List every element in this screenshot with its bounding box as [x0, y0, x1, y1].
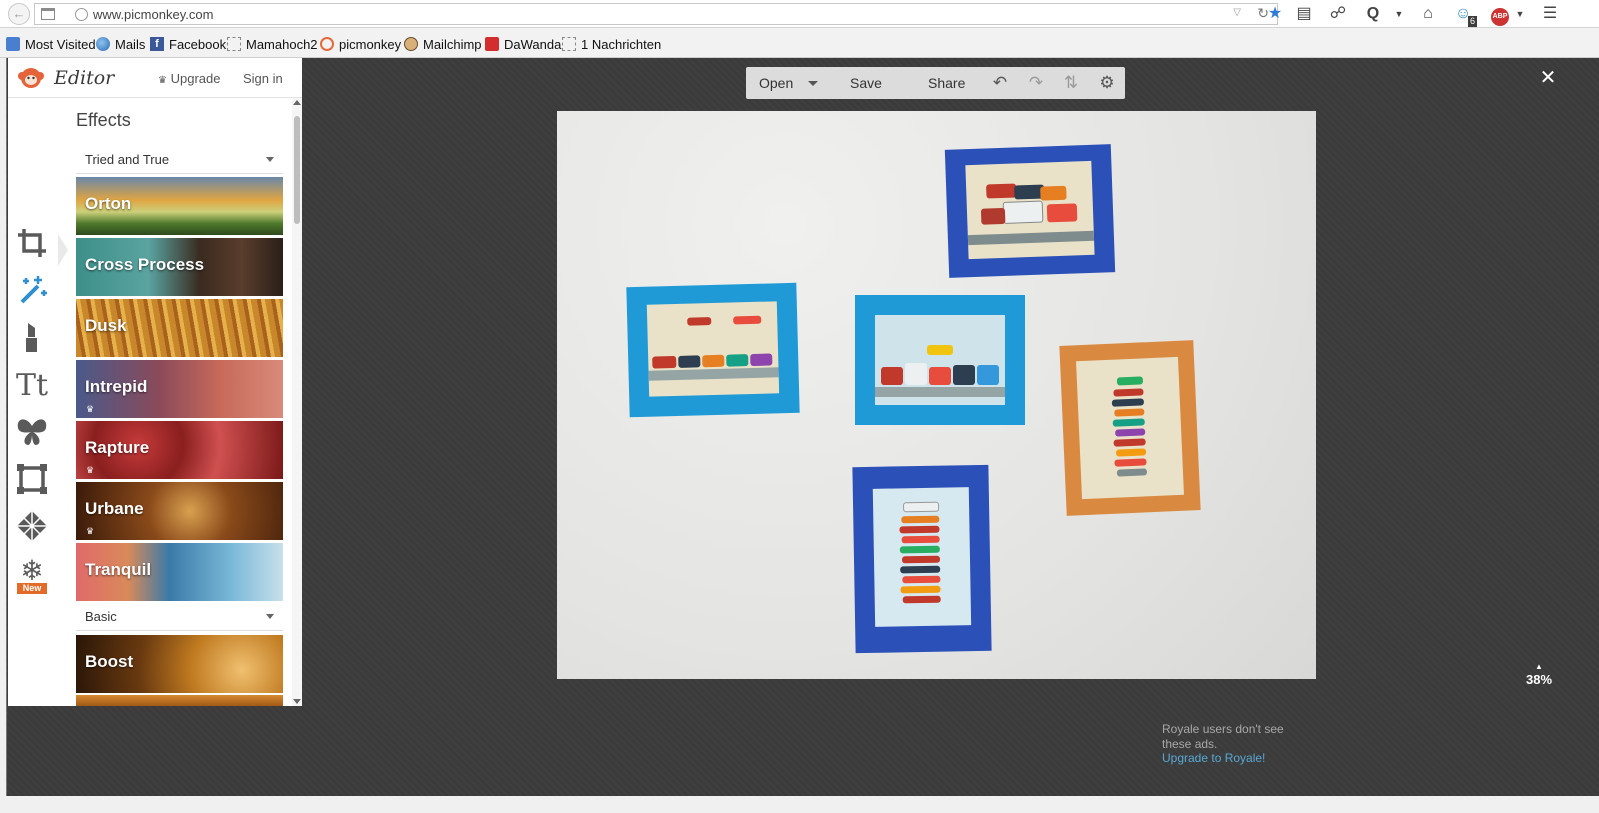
bookmark-nachrichten[interactable]: 1 Nachrichten: [562, 36, 661, 52]
back-icon[interactable]: ←: [8, 3, 30, 25]
reading-list-icon[interactable]: ▤: [1292, 3, 1316, 25]
browser-toolbar: ← www.picmonkey.com ▽ ↻ ★ ▤ ☍ Q ▼ ⌂ ☺ 6 A…: [0, 0, 1599, 28]
settings-gear-icon[interactable]: ⚙: [1095, 71, 1119, 95]
redo-icon[interactable]: ↷: [1024, 71, 1048, 95]
upgrade-link[interactable]: ♛ Upgrade: [158, 71, 220, 86]
bookmark-mailchimp[interactable]: Mailchimp: [404, 36, 482, 52]
effect-orton[interactable]: Orton: [76, 177, 283, 235]
chevron-down-icon: [266, 614, 274, 619]
effect-boost[interactable]: Boost: [76, 635, 283, 693]
sign-in-link[interactable]: Sign in: [243, 71, 283, 86]
photo-frame: [852, 464, 992, 654]
effect-tranquil[interactable]: Tranquil: [76, 543, 283, 601]
frames-icon[interactable]: [14, 461, 50, 497]
effect-dusk[interactable]: Dusk: [76, 299, 283, 357]
chevron-down-icon: [266, 157, 274, 162]
effects-wand-icon[interactable]: [14, 272, 50, 308]
photo-frame: [944, 144, 1116, 278]
tool-rail: Tt ❄ New: [8, 98, 58, 706]
editor-toolbar: Open Save Share ↶ ↷ ⇅ ⚙: [746, 67, 1125, 99]
status-strip: [0, 796, 1599, 813]
new-badge: New: [17, 583, 47, 594]
effect-urbane[interactable]: Urbane ♛: [76, 482, 283, 540]
effect-group-dropdown-tried-and-true[interactable]: Tried and True: [76, 146, 283, 174]
textures-icon[interactable]: [14, 508, 50, 544]
ghostery-icon[interactable]: ☺ 6: [1451, 3, 1477, 27]
open-dropdown-icon[interactable]: [808, 81, 818, 86]
zoom-level: 38%: [1525, 672, 1553, 687]
scroll-up-arrow-icon[interactable]: [293, 100, 301, 105]
touch-up-lipstick-icon[interactable]: [14, 319, 50, 355]
globe-icon: [96, 37, 110, 51]
photo-frame: [1059, 340, 1201, 516]
sidebar-edge: [0, 58, 7, 813]
mailchimp-icon: [404, 37, 418, 51]
bookmark-dawanda[interactable]: DaWanda: [485, 36, 561, 52]
photo-frame: [626, 282, 800, 418]
share-icon[interactable]: ☍: [1326, 3, 1350, 25]
upgrade-royale-link[interactable]: Upgrade to Royale!: [1162, 751, 1282, 766]
effect-cross-process[interactable]: Cross Process: [76, 238, 283, 296]
crown-icon: ♛: [158, 75, 167, 86]
save-button[interactable]: Save: [850, 75, 882, 91]
ghostery-count-badge: 6: [1467, 16, 1477, 27]
share-button[interactable]: Share: [928, 75, 965, 91]
premium-crown-icon: ♛: [86, 465, 95, 475]
scroll-down-arrow-icon[interactable]: [293, 699, 301, 704]
bookmark-mamahoch2[interactable]: Mamahoch2: [227, 36, 318, 52]
photo-frame: [855, 295, 1025, 425]
site-identity-icon[interactable]: [75, 8, 88, 21]
editor-title: Editor: [54, 67, 115, 89]
dawanda-icon: [485, 37, 499, 51]
blank-page-icon: [227, 37, 241, 51]
history-icon[interactable]: ⇅: [1059, 71, 1083, 95]
panel-scrollbar[interactable]: [292, 98, 302, 706]
url-history-dropdown-icon[interactable]: ▽: [1233, 7, 1241, 18]
facebook-icon: f: [150, 37, 164, 51]
overlays-butterfly-icon[interactable]: [14, 414, 50, 450]
close-icon[interactable]: ✕: [1538, 68, 1558, 88]
extension-q-icon[interactable]: Q: [1361, 3, 1385, 25]
open-button[interactable]: Open: [759, 75, 793, 91]
effect-rapture[interactable]: Rapture ♛: [76, 421, 283, 479]
ad-note: Royale users don't see these ads.: [1162, 722, 1284, 751]
url-text[interactable]: www.picmonkey.com: [93, 7, 213, 22]
panel-header: Editor ♛ Upgrade Sign in: [8, 58, 302, 98]
bookmark-picmonkey[interactable]: picmonkey: [320, 36, 401, 52]
bookmark-facebook[interactable]: f Facebook: [150, 36, 226, 52]
home-icon[interactable]: ⌂: [1416, 3, 1440, 25]
bookmarks-toolbar: Most Visited Mails f Facebook Mamahoch2 p…: [0, 28, 1599, 58]
active-tool-indicator: [58, 234, 68, 266]
most-visited-icon: [6, 37, 20, 51]
bookmark-most-visited[interactable]: Most Visited: [6, 36, 96, 52]
adblock-dropdown-icon[interactable]: ▼: [1508, 3, 1532, 25]
picmonkey-icon: [320, 37, 334, 51]
panel-section-title: Effects: [76, 110, 131, 130]
photo-canvas[interactable]: [557, 111, 1316, 679]
bookmark-mails[interactable]: Mails: [96, 36, 145, 52]
bookmark-star-icon[interactable]: ★: [1263, 3, 1287, 25]
zoom-up-arrow-icon[interactable]: ▲: [1520, 662, 1558, 672]
editor-panel: Editor ♛ Upgrade Sign in Tt ❄ New Effect…: [8, 58, 302, 706]
effect-group-dropdown-basic[interactable]: Basic: [76, 603, 283, 631]
effect-next-partial[interactable]: [76, 695, 283, 706]
premium-crown-icon: ♛: [86, 526, 95, 536]
tab-grid-icon[interactable]: [41, 8, 55, 20]
undo-icon[interactable]: ↶: [988, 71, 1012, 95]
picmonkey-logo-icon: [18, 68, 44, 88]
scroll-thumb[interactable]: [294, 116, 300, 224]
premium-crown-icon: ♛: [86, 404, 95, 414]
text-icon[interactable]: Tt: [12, 368, 52, 404]
hamburger-menu-icon[interactable]: ☰: [1538, 3, 1562, 25]
blank-page-icon: [562, 37, 576, 51]
zoom-control[interactable]: ▲ 38%: [1520, 662, 1558, 687]
extension-dropdown-icon[interactable]: ▼: [1387, 3, 1411, 25]
effect-intrepid[interactable]: Intrepid ♛: [76, 360, 283, 418]
crop-icon[interactable]: [14, 225, 50, 261]
address-bar[interactable]: www.picmonkey.com ▽ ↻: [34, 3, 1278, 25]
